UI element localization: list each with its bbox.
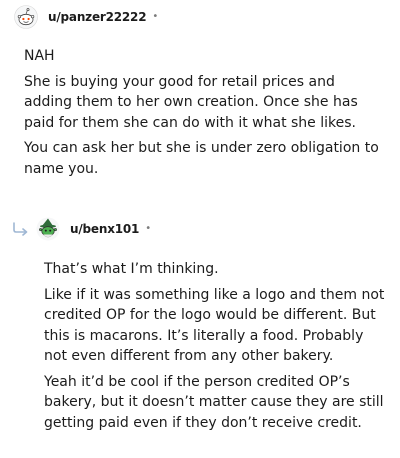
comment-paragraph: Like if it was something like a logo and… — [44, 286, 385, 365]
comment-paragraph: She is buying your good for retail price… — [24, 73, 358, 131]
comment-meta: u/panzer22222 • — [14, 4, 158, 30]
comment-meta: u/benx101 • — [12, 216, 151, 242]
reply-arrow-icon — [12, 222, 36, 236]
comment-body: NAH She is buying your good for retail p… — [24, 46, 384, 184]
comment-paragraph: NAH — [24, 48, 55, 64]
comment-username[interactable]: u/benx101 — [70, 222, 139, 236]
snoo-avatar-icon[interactable] — [14, 5, 38, 29]
comment-body: That’s what I’m thinking. Like if it was… — [44, 259, 388, 438]
comment-username[interactable]: u/panzer22222 — [48, 10, 147, 24]
comment-paragraph: That’s what I’m thinking. — [44, 261, 219, 277]
snoo-wizard-avatar-icon[interactable] — [36, 217, 60, 241]
meta-separator: • — [152, 11, 159, 22]
comment-paragraph: Yeah it’d be cool if the person credited… — [44, 373, 384, 431]
meta-separator: • — [145, 223, 152, 234]
comment-paragraph: You can ask her but she is under zero ob… — [24, 140, 379, 177]
